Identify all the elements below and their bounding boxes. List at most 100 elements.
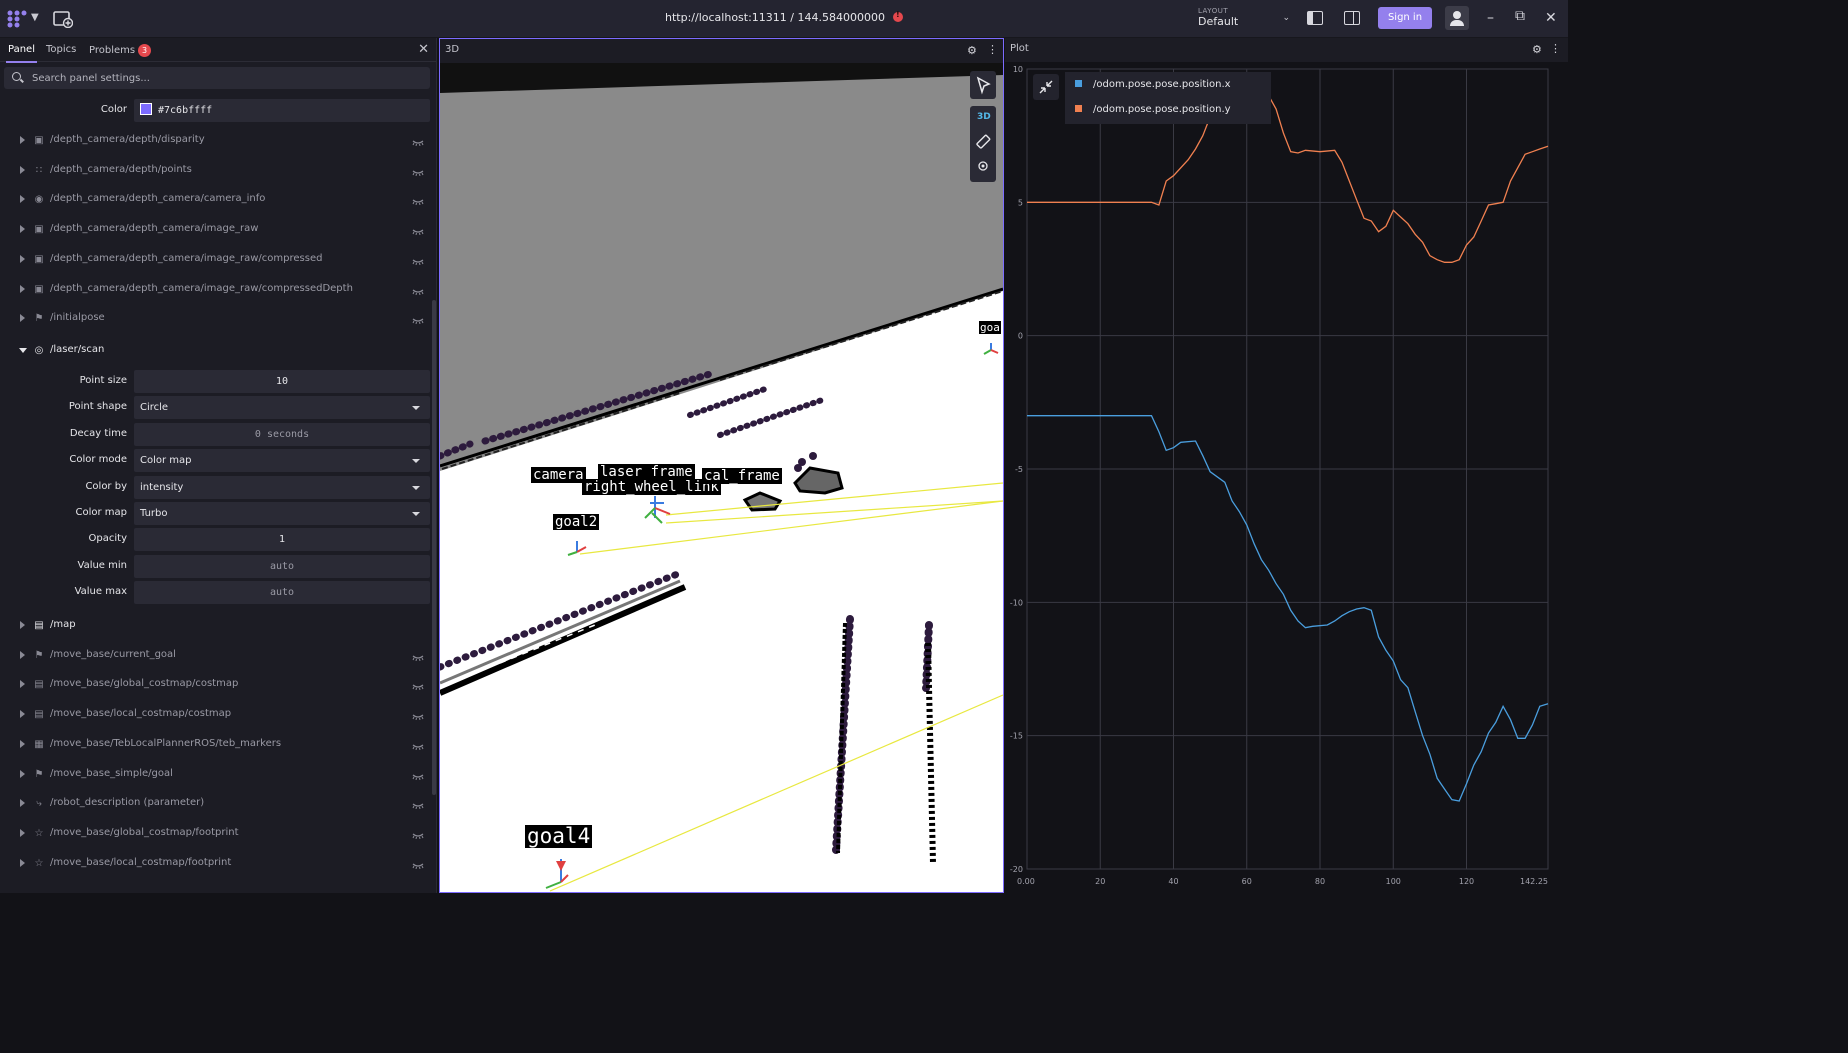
app-menu-chevron-down-icon[interactable]: ▼ — [31, 12, 39, 23]
visibility-toggle-icon[interactable] — [412, 740, 424, 750]
collapse-legend-button[interactable] — [1033, 74, 1059, 100]
visibility-toggle-icon[interactable] — [412, 680, 424, 691]
3d-panel[interactable]: 3D ⚙ ⋮ camera laser_frame right_wheel_li… — [439, 38, 1004, 893]
toggle-3d-view-button[interactable]: 3D — [977, 112, 991, 122]
left-sidebar-toggle-icon[interactable] — [1307, 11, 1323, 25]
y-tick-label: -10 — [1010, 598, 1023, 607]
expand-toggle-icon[interactable] — [20, 710, 25, 719]
ruler-icon[interactable] — [975, 134, 991, 150]
expand-toggle-icon[interactable] — [19, 348, 27, 353]
tab-problems[interactable]: Problems 3 — [89, 44, 152, 57]
panel-settings-gear-icon[interactable]: ⚙ — [967, 44, 977, 57]
field-select[interactable]: intensity — [134, 475, 430, 499]
user-avatar-icon[interactable] — [1445, 6, 1469, 30]
topic-row[interactable]: ▤ /move_base/global_costmap/costmap — [0, 672, 430, 698]
expand-toggle-icon[interactable] — [20, 314, 25, 323]
expand-toggle-icon[interactable] — [20, 650, 25, 659]
field-input[interactable]: auto — [134, 581, 430, 605]
search-input[interactable] — [32, 67, 422, 89]
visibility-toggle-icon[interactable] — [412, 136, 424, 147]
visibility-toggle-icon[interactable] — [412, 859, 424, 869]
topic-row[interactable]: ▣ /depth_camera/depth/disparity — [0, 128, 430, 154]
visibility-toggle-icon[interactable] — [412, 710, 424, 721]
expand-toggle-icon[interactable] — [20, 769, 25, 778]
legend-item-position-y[interactable]: /odom.pose.pose.position.y — [1075, 104, 1231, 115]
close-sidebar-icon[interactable]: ✕ — [418, 42, 429, 57]
visibility-toggle-icon[interactable] — [412, 166, 424, 176]
field-input[interactable]: 0 seconds — [134, 422, 430, 446]
topic-row[interactable]: ◉ /depth_camera/depth_camera/camera_info — [0, 187, 430, 213]
field-label: Color map — [75, 507, 127, 518]
sidebar-scrollbar[interactable] — [432, 300, 436, 795]
expand-toggle-icon[interactable] — [20, 165, 25, 174]
visibility-toggle-icon[interactable] — [412, 225, 424, 236]
expand-toggle-icon[interactable] — [20, 136, 25, 144]
visibility-toggle-icon[interactable] — [412, 195, 424, 206]
expand-toggle-icon[interactable] — [20, 284, 25, 293]
laser-scan-topic-row[interactable]: ◎ /laser/scan — [0, 338, 430, 364]
3d-panel-header[interactable]: 3D ⚙ ⋮ — [440, 39, 1003, 63]
add-panel-icon[interactable] — [53, 10, 73, 28]
sign-in-button[interactable]: Sign in — [1378, 7, 1432, 29]
connection-url[interactable]: http://localhost:11311 / 144.584000000 — [665, 11, 885, 24]
visibility-toggle-icon[interactable] — [412, 799, 424, 810]
visibility-toggle-icon[interactable] — [412, 770, 424, 780]
topic-row[interactable]: ⚑ /move_base_simple/goal — [0, 762, 430, 788]
color-field-input[interactable]: #7c6bffff — [134, 99, 430, 122]
field-input[interactable]: 1 — [134, 528, 430, 552]
topic-row[interactable]: ⚑ /initialpose — [0, 306, 430, 332]
field-input[interactable]: 10 — [134, 370, 430, 393]
close-window-icon[interactable]: ✕ — [1545, 10, 1557, 26]
visibility-toggle-icon[interactable] — [412, 314, 424, 325]
layout-selector[interactable]: LAYOUT Default ⌄ — [1198, 7, 1290, 31]
topic-row[interactable]: ▤ /map — [0, 613, 430, 639]
visibility-toggle-icon[interactable] — [412, 651, 424, 661]
plot-menu-icon[interactable]: ⋮ — [1550, 42, 1561, 55]
expand-toggle-icon[interactable] — [20, 739, 25, 748]
topic-row[interactable]: ▣ /depth_camera/depth_camera/image_raw/co… — [0, 247, 430, 273]
right-sidebar-toggle-icon[interactable] — [1344, 11, 1360, 25]
expand-toggle-icon[interactable] — [20, 195, 25, 204]
expand-toggle-icon[interactable] — [20, 680, 25, 689]
alert-icon[interactable] — [892, 10, 903, 22]
plot-settings-gear-icon[interactable]: ⚙ — [1532, 43, 1542, 56]
topic-row[interactable]: ▦ /move_base/TebLocalPlannerROS/teb_marke… — [0, 732, 430, 758]
app-logo-icon[interactable] — [6, 9, 28, 29]
panel-settings-search[interactable] — [4, 67, 430, 89]
topic-row[interactable]: ⚑ /move_base/current_goal — [0, 643, 430, 669]
topic-row[interactable]: ▤ /move_base/local_costmap/costmap — [0, 702, 430, 728]
visibility-toggle-icon[interactable] — [412, 285, 424, 295]
expand-toggle-icon[interactable] — [20, 621, 25, 629]
topic-row[interactable]: ∷ /depth_camera/depth/points — [0, 158, 430, 184]
field-select[interactable]: Turbo — [134, 502, 430, 525]
expand-toggle-icon[interactable] — [20, 828, 25, 837]
topic-row[interactable]: ☆ /move_base/global_costmap/footprint — [0, 821, 430, 847]
expand-toggle-icon[interactable] — [20, 225, 25, 234]
visibility-toggle-icon[interactable] — [412, 255, 424, 265]
topic-row[interactable]: ☆ /move_base/local_costmap/footprint — [0, 851, 430, 877]
color-swatch[interactable] — [140, 103, 152, 115]
expand-toggle-icon[interactable] — [20, 254, 25, 263]
interact-tool-button[interactable] — [970, 71, 996, 99]
field-input[interactable]: auto — [134, 554, 430, 578]
tab-topics[interactable]: Topics — [46, 44, 76, 55]
panel-menu-icon[interactable]: ⋮ — [987, 43, 998, 56]
tab-panel[interactable]: Panel — [6, 44, 37, 63]
minimize-window-icon[interactable]: – — [1487, 10, 1494, 26]
plot-panel-header[interactable]: Plot ⚙ ⋮ — [1005, 38, 1568, 62]
publish-point-icon[interactable] — [977, 160, 989, 172]
topic-name: /depth_camera/depth/points — [50, 163, 192, 175]
plot-panel-title: Plot — [1010, 43, 1029, 54]
visibility-toggle-icon[interactable] — [412, 829, 424, 840]
plot-canvas[interactable]: 10 5 0 -5 -10 -15 -20 0.00 20 40 60 80 100 120 142.25 — [1005, 38, 1568, 893]
plot-panel[interactable]: 10 5 0 -5 -10 -15 -20 0.00 20 40 60 80 100 120 142.25 … — [1005, 38, 1568, 893]
legend-item-position-x[interactable]: /odom.pose.pose.position.x — [1075, 79, 1231, 90]
field-select[interactable]: Color map — [134, 449, 430, 473]
expand-toggle-icon[interactable] — [20, 799, 25, 808]
topic-row[interactable]: ▣ /depth_camera/depth_camera/image_raw — [0, 217, 430, 243]
expand-toggle-icon[interactable] — [20, 858, 25, 867]
topic-row[interactable]: ⤷ /robot_description (parameter) — [0, 791, 430, 817]
topic-row[interactable]: ▣ /depth_camera/depth_camera/image_raw/co… — [0, 277, 430, 303]
field-select[interactable]: Circle — [134, 396, 430, 420]
maximize-window-icon[interactable]: ⧉ — [1515, 8, 1525, 24]
